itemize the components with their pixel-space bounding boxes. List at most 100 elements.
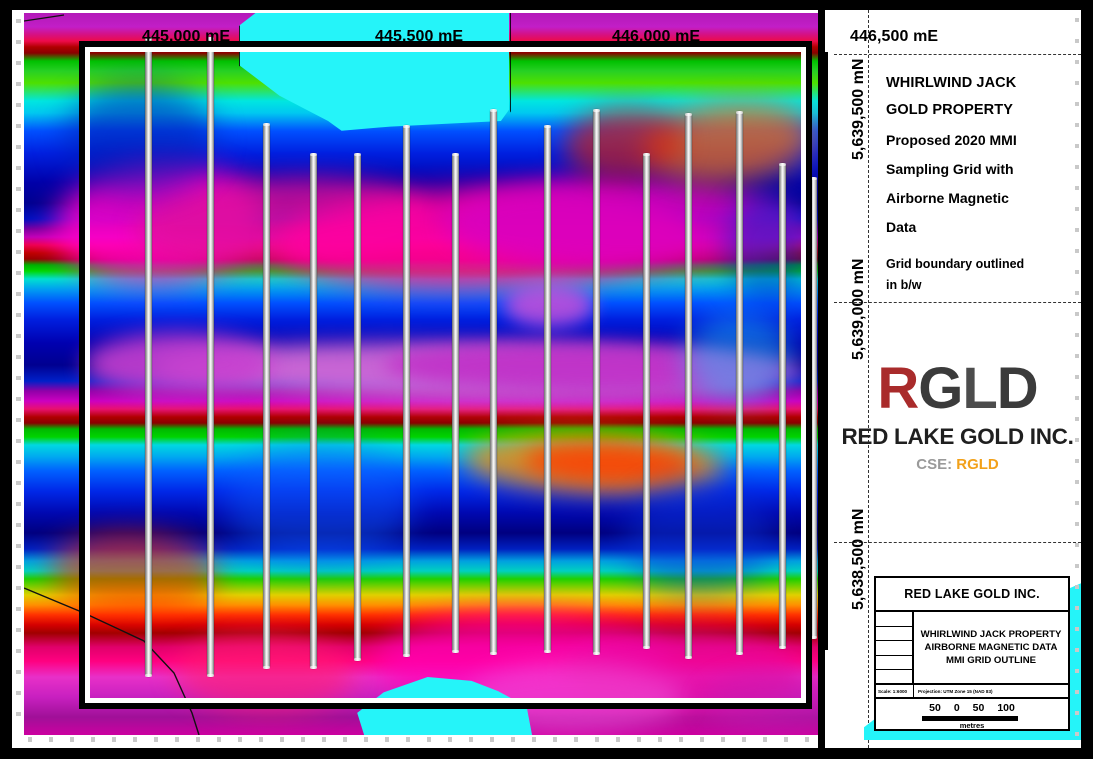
mmi-sampling-line[interactable] xyxy=(544,125,551,653)
margin-tick xyxy=(16,229,21,233)
northing-label: 5,638,500 mN xyxy=(850,508,867,610)
northing-label: 5,639,000 mN xyxy=(850,258,867,360)
mmi-sampling-line[interactable] xyxy=(643,153,650,649)
margin-tick xyxy=(1075,270,1079,274)
mmi-sampling-line[interactable] xyxy=(779,163,786,649)
margin-tick xyxy=(16,460,21,464)
margin-tick xyxy=(16,628,21,632)
margin-tick xyxy=(49,737,53,742)
title-block-description: WHIRLWIND JACK PROPERTY AIRBORNE MAGNETI… xyxy=(914,612,1068,683)
margin-tick xyxy=(1075,165,1079,169)
gridline-5639000 xyxy=(834,302,1081,303)
margin-tick xyxy=(490,737,494,742)
margin-tick xyxy=(1075,102,1079,106)
margin-tick xyxy=(133,737,137,742)
mmi-sampling-line[interactable] xyxy=(310,153,317,669)
margin-tick xyxy=(16,40,21,44)
mmi-sampling-line[interactable] xyxy=(736,111,743,655)
title-block-desc-row: WHIRLWIND JACK PROPERTY AIRBORNE MAGNETI… xyxy=(876,612,1068,685)
margin-tick xyxy=(1075,228,1079,232)
title-block-scale-row: Scale: 1:6000 Projection: UTM Zone 15 (N… xyxy=(876,685,1068,699)
margin-tick xyxy=(574,737,578,742)
margin-tick xyxy=(28,737,32,742)
northing-label: 5,639,500 mN xyxy=(850,58,867,160)
margin-tick xyxy=(16,649,21,653)
margin-tick xyxy=(280,737,284,742)
scale-cell: Scale: 1:6000 xyxy=(876,685,914,697)
legend-panel: 5,639,500 mN 5,639,000 mN 5,638,500 mN WHI… xyxy=(834,10,1081,748)
revision-cell xyxy=(876,612,912,627)
margin-tick xyxy=(406,737,410,742)
map-panel[interactable]: 445,000 mE 445,500 mE 446,000 mE xyxy=(12,10,822,748)
margin-tick xyxy=(721,737,725,742)
title-block-desc-line2: AIRBORNE MAGNETIC DATA xyxy=(924,642,1058,653)
projection-cell: Projection: UTM Zone 15 (NAD 83) xyxy=(914,685,1068,697)
margin-tick xyxy=(763,737,767,742)
margin-tick xyxy=(91,737,95,742)
cse-symbol: RGLD xyxy=(956,456,999,473)
margin-tick xyxy=(1075,669,1079,673)
mmi-sampling-line[interactable] xyxy=(810,177,817,639)
margin-tick xyxy=(16,418,21,422)
margin-tick xyxy=(1075,312,1079,316)
scalebar-numbers: 50 0 50 100 xyxy=(876,702,1068,714)
legend-note-line2: in b/w xyxy=(886,278,922,292)
rgld-logo-mark: RGLD xyxy=(877,360,1038,418)
margin-tick xyxy=(70,737,74,742)
margin-tick xyxy=(112,737,116,742)
margin-tick xyxy=(343,737,347,742)
legend-title-text: WHIRLWIND JACK GOLD PROPERTY Proposed 20… xyxy=(886,70,1072,296)
map-page: 445,000 mE 445,500 mE 446,000 mE 5,639,500… xyxy=(0,0,1093,759)
margin-tick xyxy=(679,737,683,742)
margin-tick xyxy=(16,145,21,149)
scalebar-unit: metres xyxy=(959,721,985,730)
margin-tick xyxy=(1075,291,1079,295)
mmi-sampling-line[interactable] xyxy=(354,153,361,661)
mmi-sampling-line[interactable] xyxy=(593,109,600,655)
margin-tick xyxy=(1075,459,1079,463)
margin-tick xyxy=(1075,60,1079,64)
margin-tick xyxy=(16,481,21,485)
magnetic-anomaly xyxy=(84,333,274,395)
scalebar-tick-label: 100 xyxy=(997,702,1015,714)
scalebar-row: 50 0 50 100 metres xyxy=(876,699,1068,730)
legend-subtitle-line4: Data xyxy=(886,219,917,235)
margin-tick xyxy=(1075,333,1079,337)
mmi-sampling-line[interactable] xyxy=(685,113,692,659)
logo-letter-g: G xyxy=(918,356,963,421)
scalebar-tick-label: 50 xyxy=(929,702,941,714)
title-block-company-row: RED LAKE GOLD INC. xyxy=(876,578,1068,612)
scale-text: Scale: 1:6000 xyxy=(878,688,908,694)
margin-tick xyxy=(1075,375,1079,379)
margin-tick xyxy=(1075,585,1079,589)
margin-tick xyxy=(658,737,662,742)
margin-tick xyxy=(16,61,21,65)
margin-tick xyxy=(1075,606,1079,610)
logo-letter-r: R xyxy=(877,356,919,421)
mmi-sampling-line[interactable] xyxy=(263,123,270,669)
margin-tick xyxy=(16,544,21,548)
margin-tick xyxy=(1075,39,1079,43)
margin-tick xyxy=(1075,81,1079,85)
margin-tick xyxy=(16,439,21,443)
mmi-sampling-line[interactable] xyxy=(452,153,459,653)
margin-tick xyxy=(1075,396,1079,400)
easting-label: 446,500 mE xyxy=(850,28,939,45)
magnetic-anomaly xyxy=(47,528,221,618)
margin-tick xyxy=(175,737,179,742)
margin-tick xyxy=(16,523,21,527)
rgld-logo[interactable]: RGLD RED LAKE GOLD INC. CSE: RGLD xyxy=(834,360,1081,474)
margin-tick xyxy=(238,737,242,742)
margin-tick xyxy=(16,712,21,716)
map-paper: 445,000 mE 445,500 mE 446,000 mE 5,639,500… xyxy=(12,10,1081,748)
mmi-sampling-line[interactable] xyxy=(145,37,152,677)
margin-tick xyxy=(1075,480,1079,484)
margin-tick xyxy=(16,250,21,254)
margin-tick xyxy=(1075,564,1079,568)
margin-tick xyxy=(16,355,21,359)
mmi-sampling-line[interactable] xyxy=(490,109,497,655)
margin-tick xyxy=(16,103,21,107)
mmi-sampling-line[interactable] xyxy=(403,125,410,657)
margin-tick xyxy=(364,737,368,742)
mmi-sampling-line[interactable] xyxy=(207,37,214,677)
